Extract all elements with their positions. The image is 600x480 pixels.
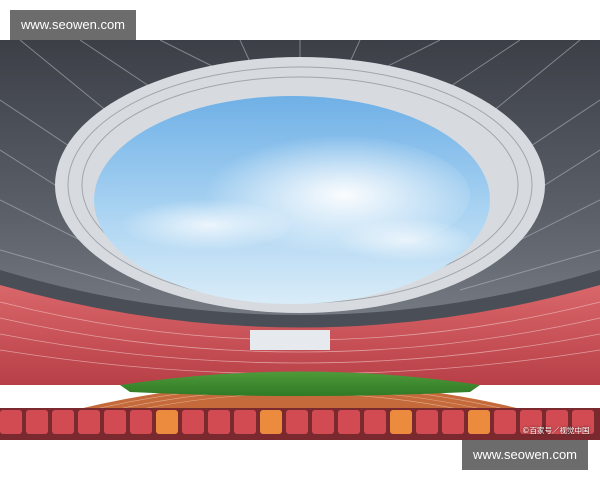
distant-buildings bbox=[250, 330, 330, 350]
stadium-photo bbox=[0, 40, 600, 440]
watermark-top: www.seowen.com bbox=[10, 10, 136, 40]
front-row-seats bbox=[0, 408, 600, 440]
photo-credit: ©百家号／视觉中国 bbox=[522, 426, 590, 435]
watermark-bottom: www.seowen.com bbox=[462, 440, 588, 470]
